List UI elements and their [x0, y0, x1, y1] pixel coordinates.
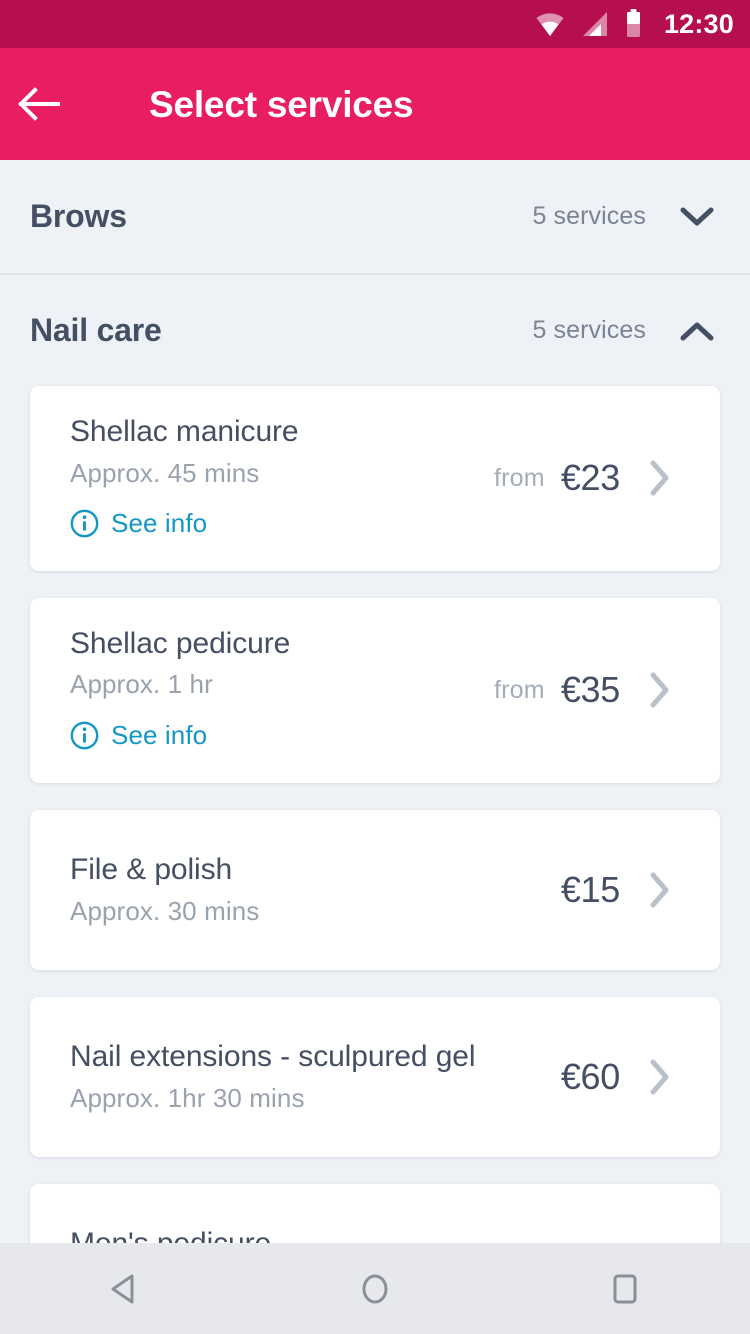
- status-bar: 12:30: [0, 0, 750, 48]
- service-name: Shellac pedicure: [70, 626, 291, 660]
- see-info-link[interactable]: See info: [70, 508, 207, 539]
- android-navigation-bar: [0, 1243, 750, 1334]
- service-card[interactable]: Nail extensions - sculpured gel Approx. …: [30, 996, 720, 1157]
- price-value: €35: [560, 669, 620, 711]
- recents-nav-button[interactable]: [565, 1243, 685, 1334]
- chevron-right-icon[interactable]: [640, 1057, 680, 1097]
- service-duration: Approx. 1hr 30 mins: [70, 1082, 305, 1113]
- app-bar: Select services: [0, 48, 750, 160]
- service-card-main: Men's pedicure Approx. 50 mins: [70, 1198, 551, 1243]
- see-info-label: See info: [111, 507, 208, 538]
- price-value: €15: [560, 868, 620, 910]
- service-card-price-area: from €35: [484, 669, 680, 711]
- chevron-right-icon[interactable]: [640, 670, 680, 710]
- section-title: Nail care: [30, 312, 162, 348]
- info-circle-icon: [70, 721, 99, 749]
- services-scroll-area[interactable]: Brows 5 services Nail care 5 services Sh…: [0, 160, 750, 1243]
- back-nav-button[interactable]: [65, 1243, 185, 1334]
- price-prefix: from: [494, 675, 545, 704]
- chevron-right-icon[interactable]: [640, 458, 680, 498]
- service-name: Men's pedicure: [70, 1226, 551, 1243]
- triangle-back-icon: [111, 1274, 134, 1303]
- section-service-count: 5 services: [532, 316, 646, 344]
- see-info-label: See info: [111, 719, 208, 750]
- service-card-main: File & polish Approx. 30 mins: [70, 824, 551, 955]
- chevron-down-icon[interactable]: [674, 194, 720, 240]
- wifi-icon: [536, 13, 564, 36]
- circle-home-icon: [362, 1274, 388, 1303]
- status-icons: 12:30: [535, 9, 734, 39]
- section-service-count: 5 services: [532, 202, 646, 230]
- service-card-price-area: €60: [551, 1056, 680, 1098]
- service-card-price-area: €15: [551, 869, 680, 911]
- phone-screen: 12:30 Select services Brows 5 services N…: [0, 0, 750, 1334]
- chevron-right-icon[interactable]: [640, 870, 680, 910]
- service-card-main: Nail extensions - sculpured gel Approx. …: [70, 1011, 551, 1142]
- service-duration: Approx. 45 mins: [70, 457, 260, 488]
- service-name: Nail extensions - sculpured gel: [70, 1040, 476, 1074]
- service-card-main: Shellac pedicure Approx. 1 hr See info: [70, 598, 484, 783]
- service-name: Shellac manicure: [70, 415, 299, 448]
- service-duration: Approx. 30 mins: [70, 895, 260, 926]
- chevron-up-icon[interactable]: [674, 308, 720, 354]
- battery-icon: [626, 9, 640, 37]
- signal-icon: [582, 12, 607, 36]
- price-value: €23: [560, 457, 620, 499]
- section-header-brows[interactable]: Brows 5 services: [0, 160, 750, 273]
- section-title: Brows: [30, 198, 127, 234]
- service-card-list: Shellac manicure Approx. 45 mins See inf…: [0, 386, 750, 1243]
- service-card[interactable]: Shellac manicure Approx. 45 mins See inf…: [30, 386, 720, 571]
- service-card-main: Shellac manicure Approx. 45 mins See inf…: [70, 386, 484, 571]
- service-card-price-area: from €23: [484, 457, 680, 499]
- section-header-nail-care[interactable]: Nail care 5 services: [0, 273, 750, 386]
- info-circle-icon: [70, 509, 99, 538]
- price-prefix: from: [494, 463, 545, 492]
- square-recents-icon: [613, 1274, 637, 1303]
- service-card[interactable]: Men's pedicure Approx. 50 mins €50: [30, 1183, 720, 1243]
- page-title: Select services: [149, 83, 414, 125]
- arrow-left-icon: [18, 87, 60, 121]
- service-card[interactable]: Shellac pedicure Approx. 1 hr See info f…: [30, 597, 720, 783]
- service-card[interactable]: File & polish Approx. 30 mins €15: [30, 809, 720, 970]
- service-duration: Approx. 1 hr: [70, 669, 213, 700]
- back-button[interactable]: [0, 48, 78, 160]
- see-info-link[interactable]: See info: [70, 720, 207, 751]
- home-nav-button[interactable]: [315, 1243, 435, 1334]
- service-name: File & polish: [70, 853, 233, 887]
- status-time: 12:30: [663, 8, 734, 39]
- price-value: €60: [560, 1055, 620, 1097]
